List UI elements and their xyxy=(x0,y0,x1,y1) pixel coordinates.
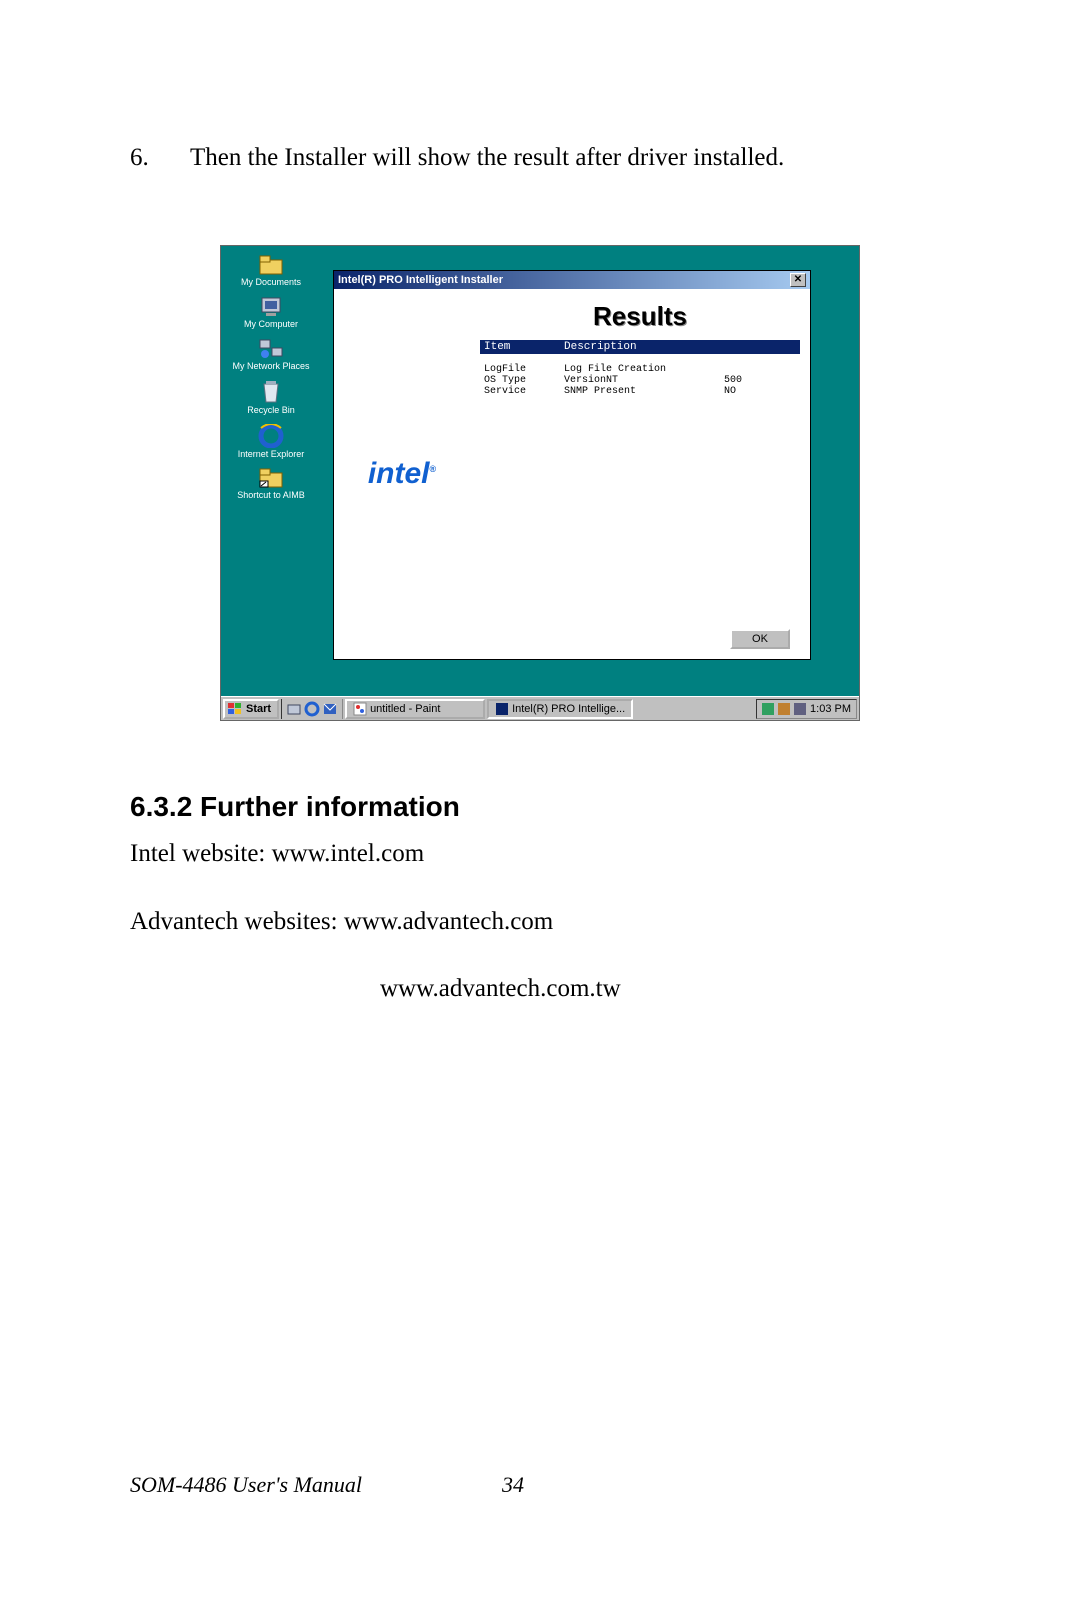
paint-icon xyxy=(353,702,367,716)
cell: NO xyxy=(724,386,764,397)
results-columns: Item Description xyxy=(480,340,800,354)
installer-window: Intel(R) PRO Intelligent Installer ✕ int… xyxy=(333,270,811,660)
ok-row: OK xyxy=(480,629,800,649)
computer-icon xyxy=(258,296,284,318)
step-text: Then the Installer will show the result … xyxy=(190,140,950,175)
advantech-website: Advantech websites: www.advantech.com xyxy=(130,903,950,941)
icon-label: My Network Places xyxy=(232,362,309,372)
my-network-places-icon[interactable]: My Network Places xyxy=(231,338,311,372)
window-body: intel® Results Item Description LogFile … xyxy=(334,289,810,659)
icon-label: Recycle Bin xyxy=(247,406,295,416)
task-label: Intel(R) PRO Intellige... xyxy=(512,703,625,715)
cell: VersionNT xyxy=(564,375,724,386)
windows-icon xyxy=(227,702,243,716)
tray-icon xyxy=(778,703,790,715)
close-icon[interactable]: ✕ xyxy=(790,273,806,287)
icon-label: My Computer xyxy=(244,320,298,330)
window-main: Results Item Description LogFile Log Fil… xyxy=(470,289,810,659)
task-label: untitled - Paint xyxy=(370,703,440,715)
tray-icon xyxy=(794,703,806,715)
start-label: Start xyxy=(246,703,271,715)
step-number: 6. xyxy=(130,140,190,175)
task-installer[interactable]: Intel(R) PRO Intellige... xyxy=(487,699,633,719)
cell xyxy=(724,364,764,375)
bin-icon xyxy=(260,380,282,404)
results-rows: LogFile Log File Creation OS Type Versio… xyxy=(480,362,800,399)
task-paint[interactable]: untitled - Paint xyxy=(345,699,485,719)
window-sidebar: intel® xyxy=(334,289,470,659)
col-item: Item xyxy=(484,341,564,353)
results-heading: Results xyxy=(480,301,800,332)
window-title: Intel(R) PRO Intelligent Installer xyxy=(338,274,790,286)
cell: Log File Creation xyxy=(564,364,724,375)
footer-title: SOM-4486 User's Manual xyxy=(130,1472,362,1498)
cell: LogFile xyxy=(484,364,564,375)
section-heading: 6.3.2 Further information xyxy=(130,791,950,823)
system-tray: 1:03 PM xyxy=(756,699,857,719)
col-desc: Description xyxy=(564,341,796,353)
page-footer: SOM-4486 User's Manual 34 xyxy=(130,1472,950,1498)
installer-task-icon xyxy=(495,702,509,716)
my-documents-icon[interactable]: My Documents xyxy=(231,254,311,288)
icon-label: My Documents xyxy=(241,278,301,288)
folder-shortcut-icon xyxy=(258,467,284,489)
ie-icon xyxy=(258,424,284,448)
cell: SNMP Present xyxy=(564,386,724,397)
ok-button[interactable]: OK xyxy=(730,629,790,649)
internet-explorer-icon[interactable]: Internet Explorer xyxy=(231,424,311,460)
logo-text: intel xyxy=(368,457,430,490)
my-computer-icon[interactable]: My Computer xyxy=(231,296,311,330)
screenshot: My Documents My Computer My Network Plac… xyxy=(220,245,860,721)
step-line: 6. Then the Installer will show the resu… xyxy=(130,140,950,175)
clock: 1:03 PM xyxy=(810,703,851,715)
body-text: Intel website: www.intel.com Advantech w… xyxy=(130,835,950,1008)
desktop-area: My Documents My Computer My Network Plac… xyxy=(221,246,859,696)
ql-outlook-icon[interactable] xyxy=(322,701,338,717)
intel-website: Intel website: www.intel.com xyxy=(130,835,950,873)
logo-r: ® xyxy=(430,464,437,474)
cell: 500 xyxy=(724,375,764,386)
table-row: LogFile Log File Creation xyxy=(484,364,796,375)
folder-icon xyxy=(258,254,284,276)
window-titlebar: Intel(R) PRO Intelligent Installer ✕ xyxy=(334,271,810,289)
quicklaunch xyxy=(281,699,343,719)
ql-desktop-icon[interactable] xyxy=(286,701,302,717)
cell: OS Type xyxy=(484,375,564,386)
network-icon xyxy=(258,338,284,360)
start-button[interactable]: Start xyxy=(223,699,279,719)
recycle-bin-icon[interactable]: Recycle Bin xyxy=(231,380,311,416)
advantech-website-tw: www.advantech.com.tw xyxy=(380,970,950,1008)
table-row: Service SNMP Present NO xyxy=(484,386,796,397)
shortcut-aimb-icon[interactable]: Shortcut to AIMB xyxy=(231,467,311,501)
taskbar: Start untitled - Paint Intel(R) PRO Inte… xyxy=(221,696,859,720)
desktop-icons: My Documents My Computer My Network Plac… xyxy=(231,254,311,501)
icon-label: Shortcut to AIMB xyxy=(237,491,305,501)
icon-label: Internet Explorer xyxy=(238,450,305,460)
footer-page: 34 xyxy=(502,1472,524,1498)
ql-ie-icon[interactable] xyxy=(304,701,320,717)
cell: Service xyxy=(484,386,564,397)
table-row: OS Type VersionNT 500 xyxy=(484,375,796,386)
intel-logo: intel® xyxy=(368,457,436,491)
tray-icon xyxy=(762,703,774,715)
